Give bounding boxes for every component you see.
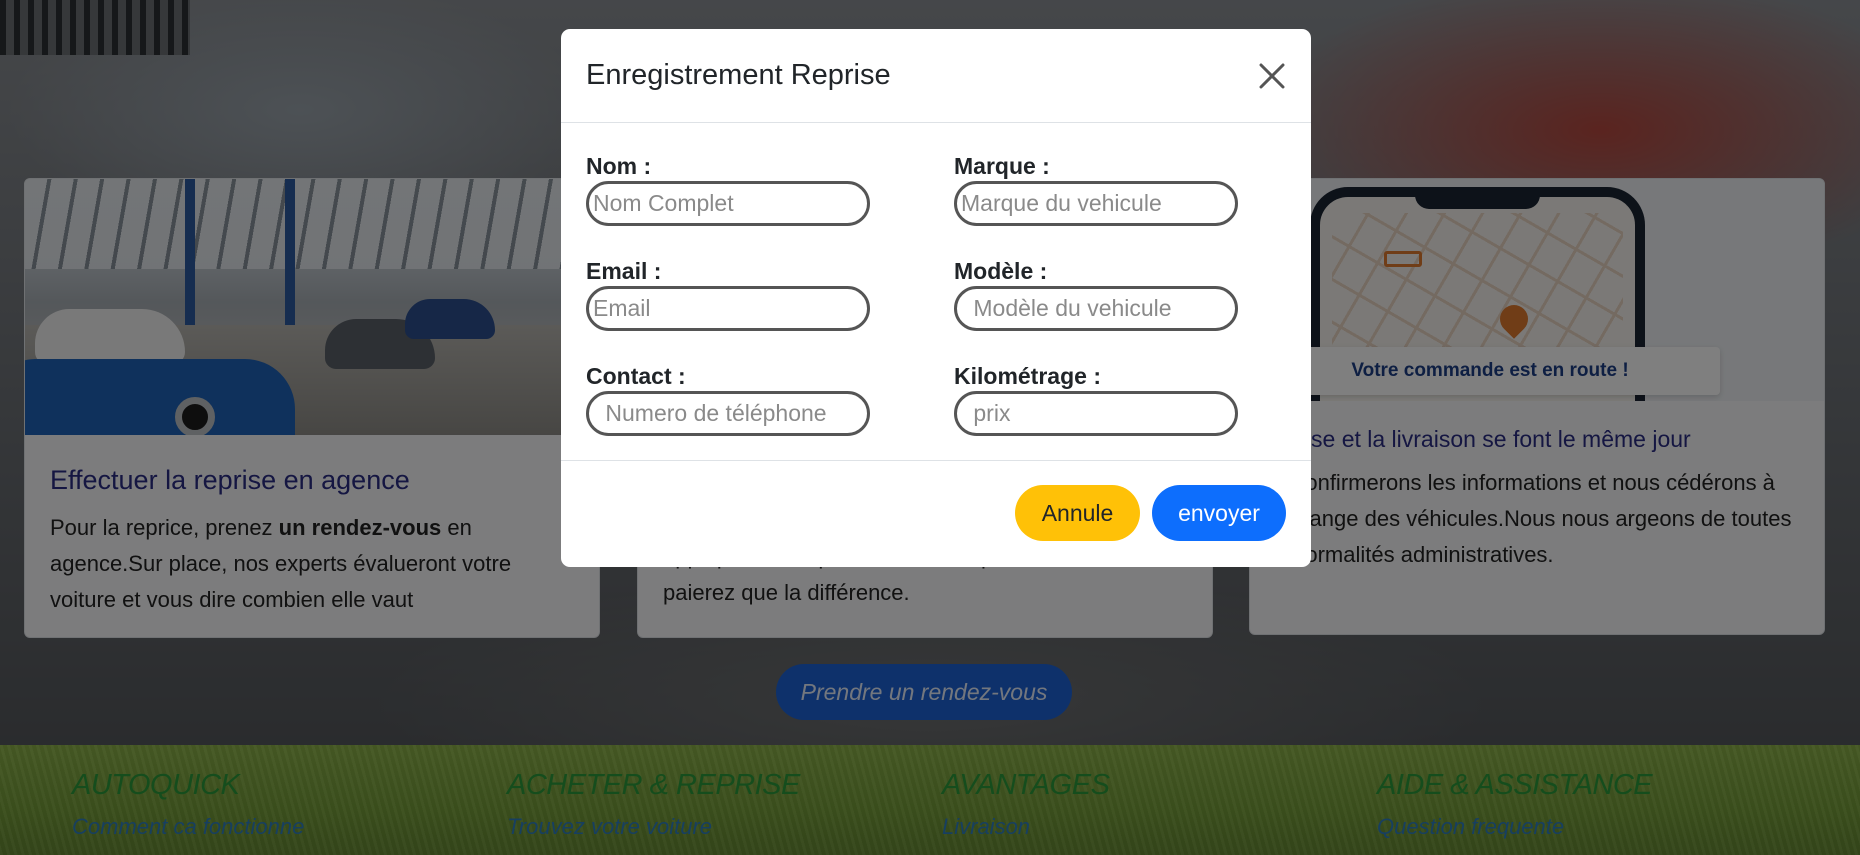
modele-input[interactable]: [954, 286, 1238, 331]
email-input[interactable]: [586, 286, 870, 331]
marque-input[interactable]: [954, 181, 1238, 226]
field-contact: Contact :: [586, 361, 870, 436]
modele-label: Modèle :: [954, 258, 1048, 284]
modal-header: Enregistrement Reprise: [561, 29, 1311, 123]
kilometrage-input[interactable]: [954, 391, 1238, 436]
kilometrage-label: Kilométrage :: [954, 363, 1101, 389]
cancel-button[interactable]: Annule: [1015, 485, 1140, 541]
modal-body: Nom : Marque : Email : Modèle : Contact …: [561, 123, 1311, 461]
send-button[interactable]: envoyer: [1152, 485, 1286, 541]
close-button[interactable]: [1255, 59, 1289, 93]
field-marque: Marque :: [954, 151, 1238, 226]
nom-input[interactable]: [586, 181, 870, 226]
contact-input[interactable]: [586, 391, 870, 436]
field-kilometrage: Kilométrage :: [954, 361, 1238, 436]
field-nom: Nom :: [586, 151, 870, 226]
marque-label: Marque :: [954, 153, 1050, 179]
field-email: Email :: [586, 256, 870, 331]
modal-footer: Annule envoyer: [561, 461, 1311, 567]
reprise-registration-modal: Enregistrement Reprise Nom : Marque : Em…: [561, 29, 1311, 567]
field-modele: Modèle :: [954, 256, 1238, 331]
email-label: Email :: [586, 258, 662, 284]
modal-title: Enregistrement Reprise: [586, 59, 891, 91]
close-icon: [1259, 63, 1285, 89]
contact-label: Contact :: [586, 363, 686, 389]
nom-label: Nom :: [586, 153, 652, 179]
